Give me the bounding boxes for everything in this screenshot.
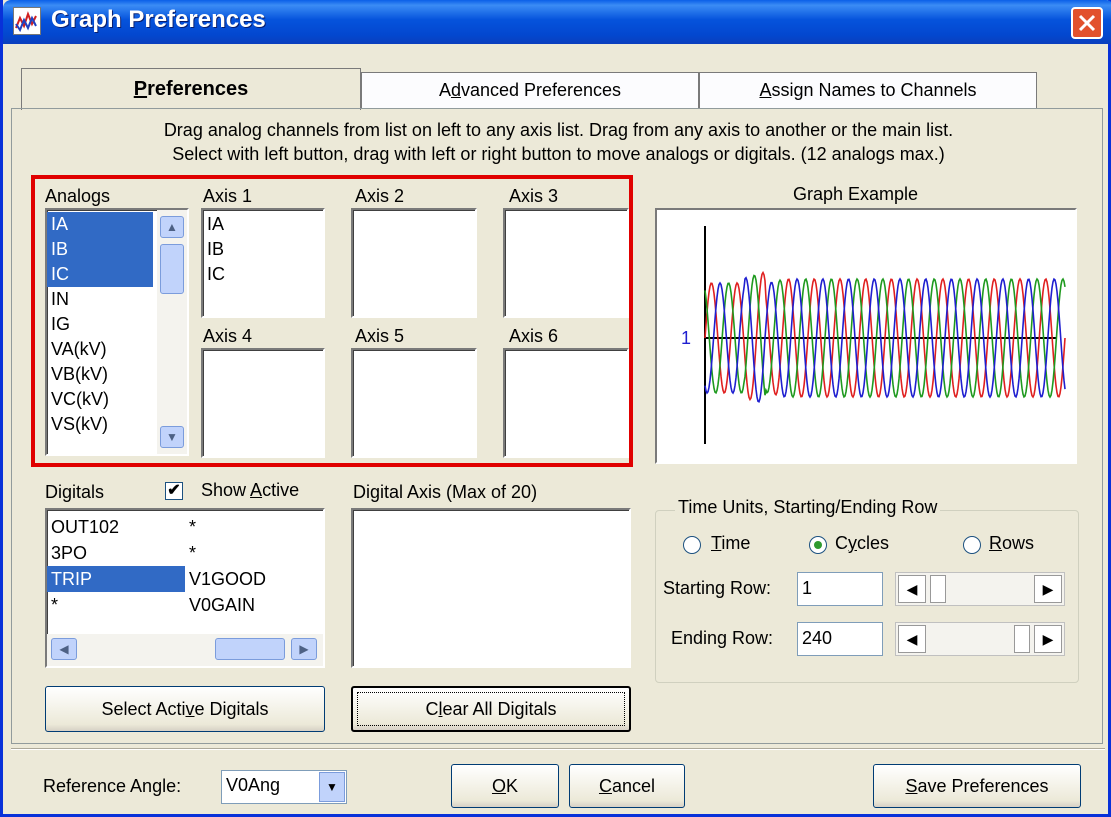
show-active-checkbox[interactable]: ✔ [165,482,183,500]
cancel-button[interactable]: Cancel [569,764,685,808]
show-active-accel: A [250,480,263,500]
slider-thumb[interactable] [930,575,946,603]
ending-row-label: Ending Row: [671,628,774,648]
radio-cycles[interactable] [809,536,827,554]
digitals-hscrollbar[interactable]: ◀ ▶ [47,634,323,666]
reference-angle-value: V0Ang [226,775,281,795]
reference-angle-label: Reference Angle: [43,776,182,796]
graph-app-icon [13,7,41,35]
ending-row-slider[interactable]: ◀ ▶ [895,622,1065,656]
radio-label: ows [1002,533,1035,553]
button-label-accel: S [905,775,918,796]
radio-time-label: Time [711,533,750,554]
button-label: ear All Digitals [442,698,557,719]
digital-name-2: V0GAIN [189,595,256,615]
select-active-digitals-button[interactable]: Select Acti v e Digitals [45,686,325,732]
radio-label-accel: T [711,533,722,553]
window-title: Graph Preferences [51,6,266,33]
button-label-accel: v [185,698,195,719]
digital-name: * [51,595,59,615]
slider-right-icon[interactable]: ▶ [1034,625,1062,653]
button-label: C [425,698,439,719]
clear-all-digitals-button[interactable]: Cl ear All Digitals [351,686,631,732]
save-preferences-button[interactable]: Save Preferences [873,764,1081,808]
slider-left-icon[interactable]: ◀ [898,625,926,653]
list-item[interactable]: 3PO * [47,540,323,566]
graph-y-tick: 1 [681,328,691,348]
chevron-down-icon[interactable]: ▼ [319,772,345,802]
footer-separator [11,748,1105,750]
radio-label: cles [857,533,890,553]
instruction-line-1: Drag analog channels from list on left t… [163,120,954,140]
radio-label: ime [721,533,751,553]
digital-name-2: * [189,517,197,537]
tab-preferences[interactable]: Preferences [21,68,361,110]
tab-advanced-preferences[interactable]: Ad vanced Preferences [361,72,699,108]
slider-thumb[interactable] [1014,625,1030,653]
reference-angle-select[interactable]: V0Ang ▼ [221,770,347,804]
button-label: K [506,775,519,796]
radio-label-accel: y [848,533,857,553]
slider-right-icon[interactable]: ▶ [1034,575,1062,603]
scroll-left-icon[interactable]: ◀ [51,638,77,660]
close-button[interactable] [1071,7,1103,39]
radio-cycles-label: Cycles [835,533,889,554]
highlight-frame [31,175,633,467]
digital-name-2: * [189,543,197,563]
graph-example: 1 [655,208,1077,464]
tab-label: ssign Names to Channels [771,80,977,100]
scroll-thumb[interactable] [215,638,285,660]
button-label-accel: C [598,775,612,796]
tab-label-accel: A [759,80,772,100]
slider-left-icon[interactable]: ◀ [898,575,926,603]
show-active-label: Show Active [201,480,299,501]
instruction-line-2: Select with left button, drag with left … [172,144,945,164]
graph-example-plot: 1 [681,226,1066,444]
list-item[interactable]: OUT102 * [47,514,323,540]
starting-row-label: Starting Row: [663,578,772,598]
radio-rows-label: Rows [989,533,1034,554]
digital-axis-label: Digital Axis (Max of 20) [353,482,538,502]
starting-row-input[interactable]: 1 [797,572,883,606]
digitals-label: Digitals [45,482,105,502]
button-label-accel: l [438,698,443,719]
digital-name-2: V1GOOD [189,569,267,589]
ending-row-input[interactable]: 240 [797,622,883,656]
ok-button[interactable]: OK [451,764,559,808]
radio-label-accel: R [989,533,1002,553]
digitals-list[interactable]: OUT102 * 3PO * TRIP V1GOOD * V0GAIN ◀ ▶ [45,508,325,668]
tab-label: vanced Preferences [460,80,622,100]
button-label: Select Acti [101,698,186,719]
digital-name: OUT102 [51,517,120,537]
show-active-text: Show [201,480,251,500]
radio-label: C [835,533,848,553]
button-label: ave Preferences [917,775,1049,796]
tab-assign-names[interactable]: Assign Names to Channels [699,72,1037,108]
time-units-title: Time Units, Starting/Ending Row [675,497,941,518]
title-bar[interactable]: Graph Preferences [3,0,1111,44]
graph-example-label: Graph Example [793,184,919,204]
radio-time[interactable] [683,536,701,554]
list-item[interactable]: * V0GAIN [47,592,323,618]
button-label: ancel [611,775,656,796]
digital-name: 3PO [51,543,88,563]
starting-row-slider[interactable]: ◀ ▶ [895,572,1065,606]
button-label: e Digitals [194,698,269,719]
scroll-right-icon[interactable]: ▶ [291,638,317,660]
digital-axis-list[interactable] [351,508,631,668]
button-label-accel: O [491,775,506,796]
radio-rows[interactable] [963,536,981,554]
close-icon [1078,14,1096,32]
show-active-text: ctive [262,480,300,500]
digital-name: TRIP [47,566,185,592]
tab-label: A [438,80,451,100]
graph-preferences-dialog: Graph Preferences Preferences Ad vanced P… [0,0,1111,817]
list-item[interactable]: TRIP V1GOOD [47,566,323,592]
tab-label-accel: d [450,80,461,100]
tab-label-accel: P [133,78,148,100]
tab-label: references [147,78,249,100]
